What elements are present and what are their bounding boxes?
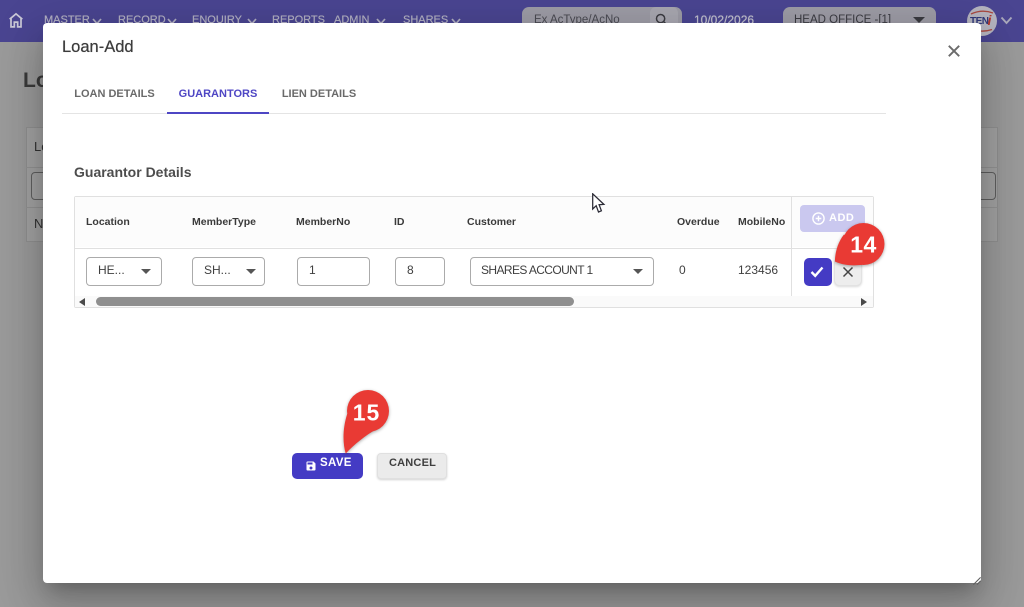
svg-text:15: 15 [353, 400, 381, 426]
svg-text:14: 14 [850, 232, 877, 258]
